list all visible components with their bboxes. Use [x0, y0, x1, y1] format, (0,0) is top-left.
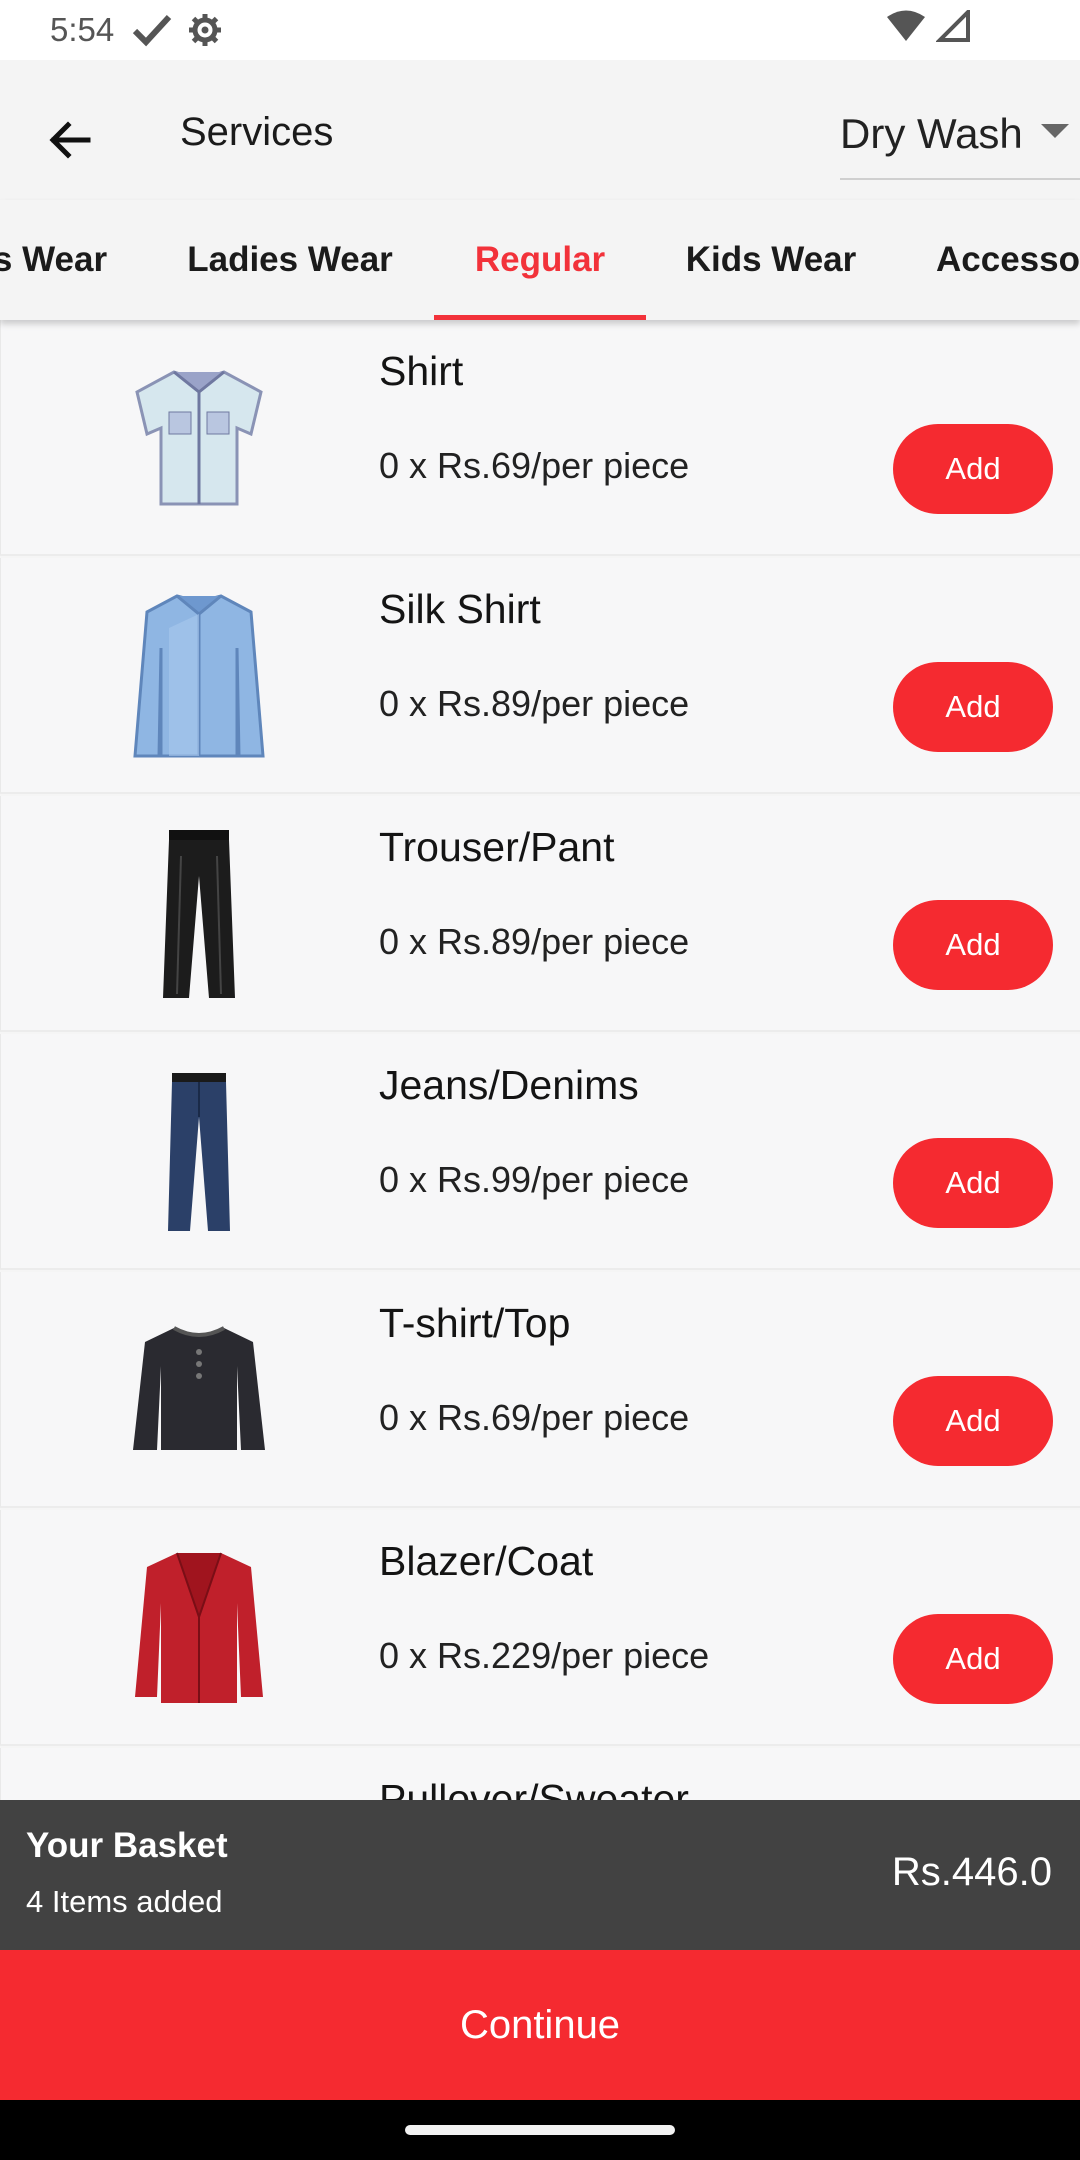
basket-title: Your Basket [26, 1826, 228, 1865]
basket-summary: Your Basket 4 Items added Rs.446.0 [0, 1800, 1080, 1950]
system-nav-bar [0, 2100, 1080, 2160]
basket-item-count: 4 Items added [26, 1884, 223, 1919]
service-item-list[interactable]: Shirt 0 x Rs.69/per piece Add Silk Shirt… [0, 320, 1080, 1800]
item-name: Pullover/Sweater [379, 1776, 689, 1800]
add-button[interactable]: Add [893, 424, 1053, 514]
item-price: 0 x Rs.89/per piece [379, 683, 690, 724]
continue-button[interactable]: Continue [0, 1950, 1080, 2100]
item-price: 0 x Rs.229/per piece [379, 1635, 710, 1676]
item-price: 0 x Rs.99/per piece [379, 1159, 690, 1200]
add-button[interactable]: Add [893, 900, 1053, 990]
list-item: Jeans/Denims 0 x Rs.99/per piece Add [0, 1034, 1080, 1270]
item-name: Silk Shirt [379, 586, 541, 632]
trouser-icon [116, 808, 281, 1018]
service-type-dropdown[interactable]: Dry Wash [840, 90, 1080, 180]
add-button[interactable]: Add [893, 1376, 1053, 1466]
list-item: T-shirt/Top 0 x Rs.69/per piece Add [0, 1272, 1080, 1508]
tshirt-icon [116, 1284, 281, 1494]
list-item: Pullover/Sweater [0, 1748, 1080, 1800]
item-price: 0 x Rs.69/per piece [379, 1397, 690, 1438]
category-tabs: s Wear Ladies Wear Regular Kids Wear Acc… [0, 200, 1080, 320]
item-name: Jeans/Denims [379, 1062, 639, 1108]
status-bar: 5:54 [0, 0, 1080, 60]
arrow-left-icon [49, 121, 91, 159]
status-time: 5:54 [50, 11, 115, 48]
add-button[interactable]: Add [893, 1138, 1053, 1228]
list-item: Shirt 0 x Rs.69/per piece Add [0, 320, 1080, 556]
item-name: T-shirt/Top [379, 1300, 571, 1346]
tab-kids-wear[interactable]: Kids Wear [660, 200, 882, 320]
tab-accessories[interactable]: Accesso [900, 200, 1080, 320]
silk-shirt-icon [116, 570, 281, 780]
check-icon [132, 13, 172, 47]
wifi-icon [886, 10, 926, 50]
service-type-value: Dry Wash [840, 110, 1023, 157]
tab-mens-wear[interactable]: s Wear [0, 200, 140, 320]
item-price: 0 x Rs.89/per piece [379, 921, 690, 962]
home-gesture-handle[interactable] [405, 2125, 675, 2135]
chevron-down-icon [1040, 123, 1069, 145]
tab-regular[interactable]: Regular [434, 200, 646, 320]
sweater-icon [116, 1760, 281, 1800]
settings-gear-icon [188, 13, 222, 47]
list-item: Trouser/Pant 0 x Rs.89/per piece Add [0, 796, 1080, 1032]
item-name: Blazer/Coat [379, 1538, 594, 1584]
add-button[interactable]: Add [893, 662, 1053, 752]
list-item: Blazer/Coat 0 x Rs.229/per piece Add [0, 1510, 1080, 1746]
jeans-icon [116, 1046, 281, 1256]
page-title: Services [180, 110, 334, 154]
basket-total: Rs.446.0 [891, 1850, 1052, 1894]
cell-signal-icon [935, 7, 970, 50]
blazer-icon [116, 1522, 281, 1732]
shirt-icon [116, 332, 281, 542]
list-item: Silk Shirt 0 x Rs.89/per piece Add [0, 558, 1080, 794]
back-button[interactable] [30, 100, 110, 180]
item-price: 0 x Rs.69/per piece [379, 445, 690, 486]
tab-ladies-wear[interactable]: Ladies Wear [150, 200, 430, 320]
item-name: Shirt [379, 348, 464, 394]
add-button[interactable]: Add [893, 1614, 1053, 1704]
item-name: Trouser/Pant [379, 824, 615, 870]
